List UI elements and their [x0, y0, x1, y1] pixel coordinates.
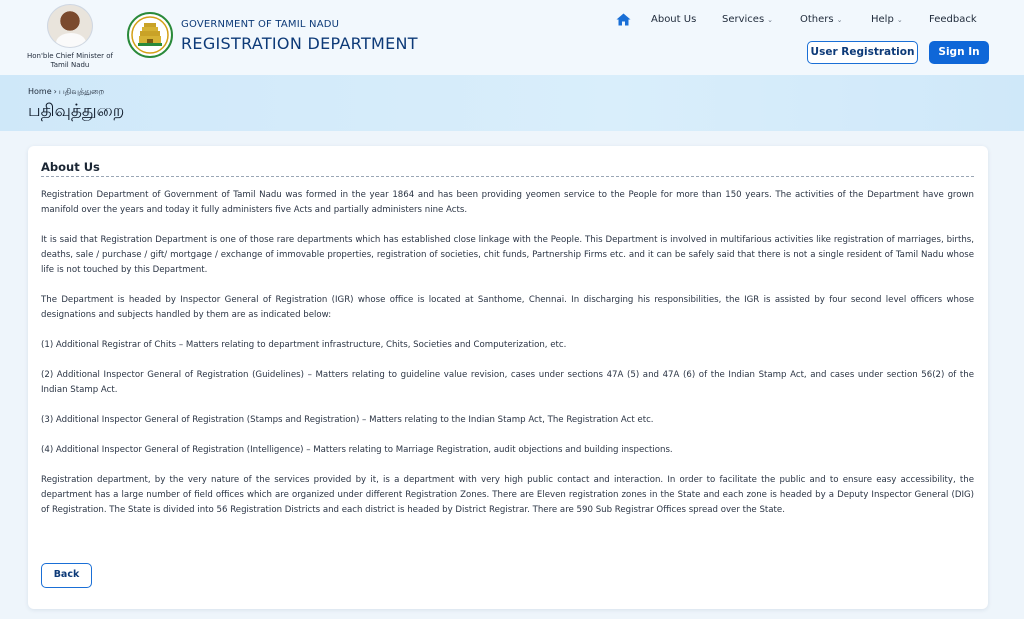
nav-about-us[interactable]: About Us: [651, 14, 696, 25]
about-paragraph: The Department is headed by Inspector Ge…: [41, 295, 974, 320]
nav-help-label: Help: [871, 14, 894, 25]
government-name: GOVERNMENT OF TAMIL NADU: [181, 19, 340, 30]
breadcrumb: Home › பதிவுத்துறை: [28, 87, 104, 97]
site-header: Hon'ble Chief Minister of Tamil Nadu GOV…: [0, 0, 1024, 75]
chevron-down-icon: ⌄: [767, 16, 774, 24]
sign-in-button[interactable]: Sign In: [929, 41, 989, 64]
officer-item: (4) Additional Inspector General of Regi…: [41, 445, 673, 455]
officer-item: (1) Additional Registrar of Chits – Matt…: [41, 340, 567, 350]
chief-minister-block: Hon'ble Chief Minister of Tamil Nadu: [22, 4, 118, 70]
about-us-body: Registration Department of Government of…: [41, 188, 974, 533]
nav-about-us-label: About Us: [651, 14, 697, 25]
officer-item: (3) Additional Inspector General of Regi…: [41, 415, 654, 425]
chevron-down-icon: ⌄: [836, 16, 843, 24]
about-paragraph: It is said that Registration Department …: [41, 235, 974, 275]
breadcrumb-current: பதிவுத்துறை: [58, 87, 105, 96]
home-icon[interactable]: [616, 13, 631, 26]
page-banner: Home › பதிவுத்துறை பதிவுத்துறை: [0, 75, 1024, 131]
tamil-nadu-emblem[interactable]: [127, 11, 173, 59]
department-name: REGISTRATION DEPARTMENT: [181, 34, 418, 53]
nav-help[interactable]: Help ⌄: [871, 14, 903, 25]
breadcrumb-home-link[interactable]: Home: [28, 87, 52, 96]
user-registration-button[interactable]: User Registration: [807, 41, 918, 64]
back-button[interactable]: Back: [41, 563, 92, 588]
nav-feedback-label: Feedback: [929, 14, 977, 25]
section-heading: About Us: [41, 160, 974, 177]
nav-others[interactable]: Others ⌄: [800, 14, 842, 25]
breadcrumb-separator: ›: [53, 87, 57, 96]
officer-item: (2) Additional Inspector General of Regi…: [41, 370, 974, 395]
chevron-down-icon: ⌄: [896, 16, 903, 24]
page-title: பதிவுத்துறை: [28, 101, 125, 121]
nav-feedback[interactable]: Feedback: [929, 14, 977, 25]
about-paragraph: Registration department, by the very nat…: [41, 475, 974, 515]
nav-services-label: Services: [722, 14, 765, 25]
about-us-card: About Us Registration Department of Gove…: [28, 146, 988, 609]
chief-minister-caption: Hon'ble Chief Minister of Tamil Nadu: [26, 52, 113, 69]
chief-minister-photo: [47, 4, 93, 48]
about-paragraph: Registration Department of Government of…: [41, 190, 974, 215]
nav-others-label: Others: [800, 14, 834, 25]
nav-services[interactable]: Services ⌄: [722, 14, 773, 25]
